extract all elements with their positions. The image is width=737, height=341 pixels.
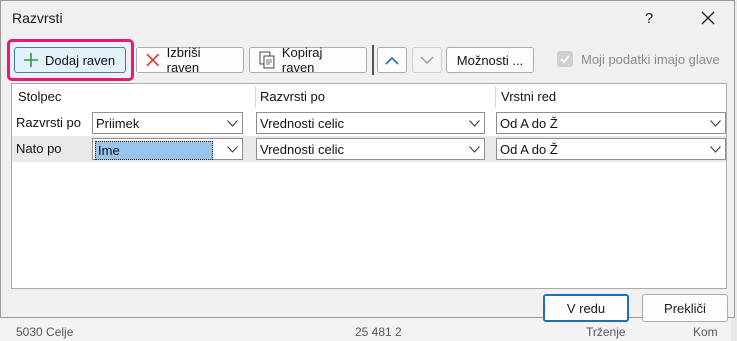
- header-divider: [495, 86, 496, 108]
- add-level-button[interactable]: Dodaj raven: [14, 47, 126, 73]
- order-select-value: Od A do Ž: [500, 142, 558, 157]
- copy-level-button[interactable]: Kopiraj raven: [249, 45, 367, 75]
- copy-icon: [259, 51, 275, 69]
- sort-on-select[interactable]: Vrednosti celic: [256, 112, 485, 134]
- background-cell: Trženje: [586, 325, 626, 339]
- order-select[interactable]: Od A do Ž: [496, 138, 726, 160]
- column-select[interactable]: Ime: [92, 138, 243, 160]
- cancel-button[interactable]: Prekliči: [642, 294, 728, 322]
- order-select[interactable]: Od A do Ž: [496, 112, 726, 134]
- title-bar: Razvrsti ?: [1, 1, 734, 35]
- headers-checkbox[interactable]: Moji podatki imajo glave: [557, 51, 720, 67]
- background-cell: 5030 Celje: [16, 325, 74, 339]
- column-select-value: Ime: [95, 141, 213, 160]
- ok-button[interactable]: V redu: [543, 294, 629, 322]
- move-up-button[interactable]: [377, 47, 407, 73]
- help-button[interactable]: ?: [629, 3, 669, 33]
- sort-dialog: Razvrsti ? Dodaj raven Izbriši raven Kop…: [0, 0, 735, 322]
- row-label: Razvrsti po: [16, 115, 82, 130]
- checkmark-icon: [560, 55, 570, 64]
- copy-level-label: Kopiraj raven: [281, 45, 323, 75]
- column-header-column: Stolpec: [18, 89, 62, 104]
- add-level-label: Dodaj raven: [45, 52, 116, 68]
- plus-icon: [24, 53, 38, 67]
- header-divider: [255, 86, 256, 108]
- sort-level-row-selected[interactable]: Nato po Ime Vrednosti celic Od A do Ž: [12, 136, 726, 162]
- options-button[interactable]: Možnosti ...: [446, 47, 534, 73]
- headers-checkbox-label: Moji podatki imajo glave: [581, 51, 720, 67]
- chevron-down-icon: [709, 119, 721, 127]
- delete-icon: [146, 53, 160, 67]
- chevron-down-icon: [226, 119, 238, 127]
- delete-level-button[interactable]: Izbriši raven: [136, 45, 244, 75]
- dialog-title: Razvrsti: [12, 10, 63, 26]
- delete-level-label: Izbriši raven: [166, 45, 201, 75]
- checkbox-box[interactable]: [557, 51, 573, 67]
- chevron-down-icon: [226, 145, 238, 153]
- sort-on-select[interactable]: Vrednosti celic: [256, 138, 485, 160]
- chevron-down-icon: [420, 56, 434, 64]
- close-icon: [701, 11, 715, 25]
- chevron-up-icon: [385, 56, 399, 65]
- chevron-down-icon: [468, 145, 480, 153]
- column-select-value: Priimek: [96, 116, 140, 131]
- options-label: Možnosti ...: [456, 52, 524, 68]
- order-select-value: Od A do Ž: [500, 116, 558, 131]
- chevron-down-icon: [468, 119, 480, 127]
- sort-level-row[interactable]: Razvrsti po Priimek Vrednosti celic Od A…: [12, 110, 726, 136]
- column-select[interactable]: Priimek: [92, 112, 243, 134]
- sort-on-select-value: Vrednosti celic: [260, 142, 345, 157]
- row-label: Nato po: [16, 141, 62, 156]
- move-down-button[interactable]: [412, 47, 442, 73]
- background-cell: 25 481 2: [355, 325, 402, 339]
- close-button[interactable]: [688, 3, 728, 33]
- column-header-sort-on: Razvrsti po: [260, 89, 326, 104]
- sort-on-select-value: Vrednosti celic: [260, 116, 345, 131]
- column-header-order: Vrstni red: [501, 89, 557, 104]
- ok-label: V redu: [566, 300, 606, 316]
- cancel-label: Prekliči: [664, 300, 706, 316]
- toolbar-divider: [372, 45, 374, 75]
- help-icon: ?: [644, 9, 654, 27]
- sort-levels-grid: Stolpec Razvrsti po Vrstni red Razvrsti …: [11, 83, 727, 289]
- chevron-down-icon: [709, 145, 721, 153]
- background-cell: Kom: [693, 325, 718, 339]
